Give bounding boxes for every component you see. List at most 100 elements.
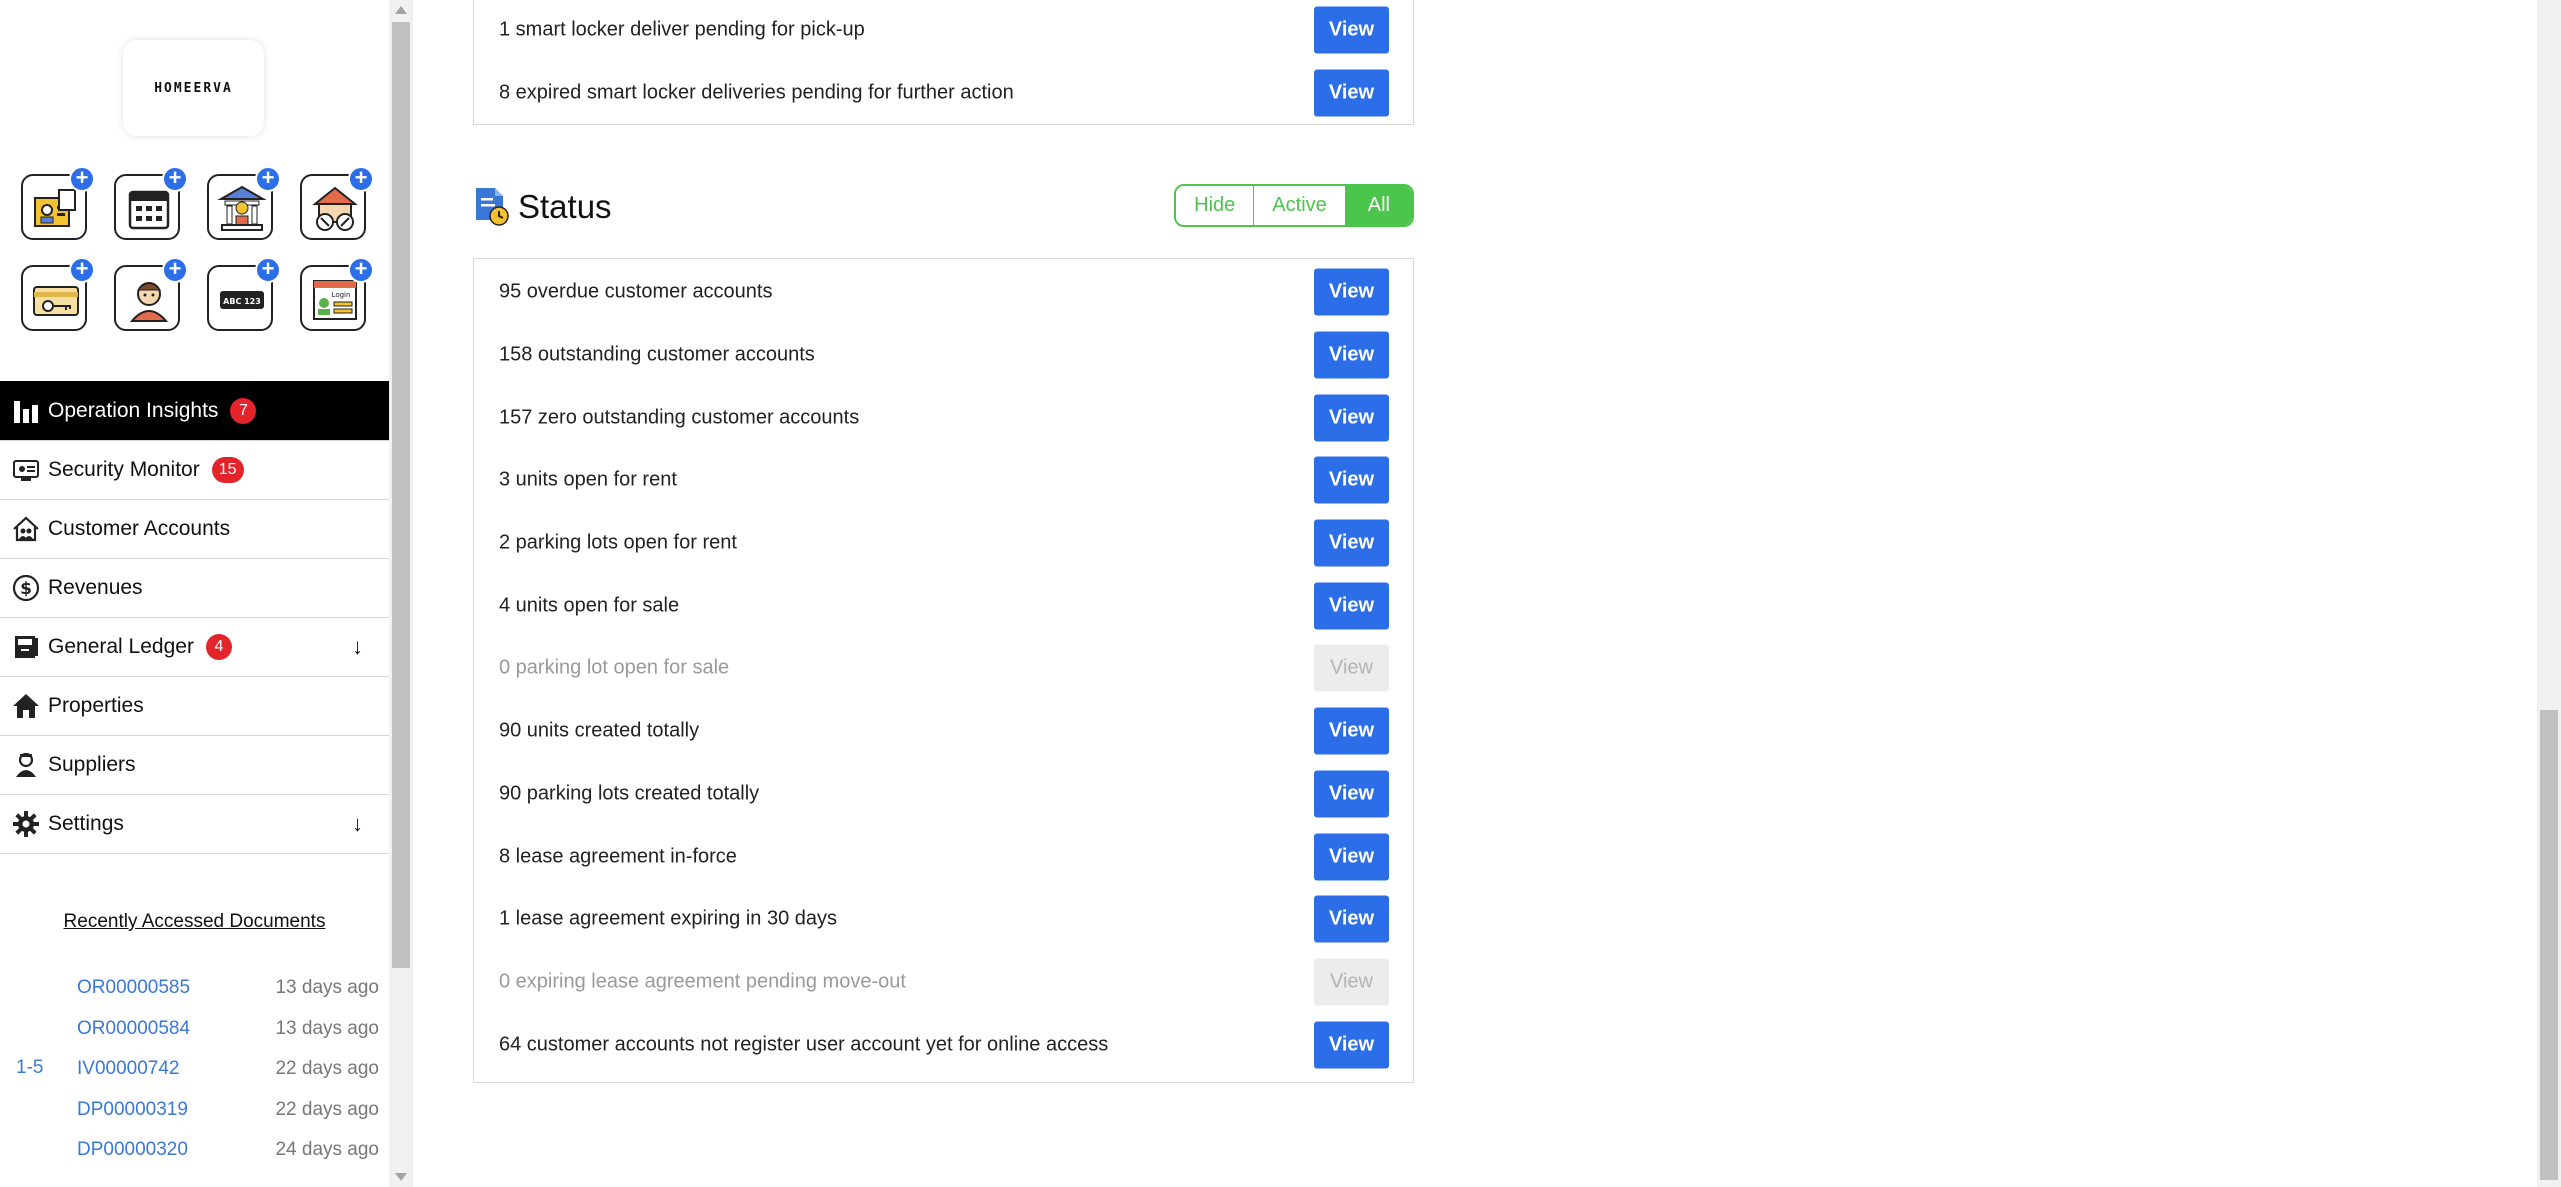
- sidebar-item-settings[interactable]: Settings ↓: [0, 795, 389, 854]
- view-button[interactable]: View: [1314, 6, 1389, 54]
- view-button[interactable]: View: [1314, 833, 1389, 881]
- filter-hide[interactable]: Hide: [1176, 186, 1254, 225]
- list-item: DP00000319 22 days ago: [0, 1095, 389, 1136]
- brand-logo[interactable]: HOMEERVA: [123, 40, 264, 136]
- status-row: 64 customer accounts not register user a…: [474, 1013, 1413, 1076]
- view-button[interactable]: View: [1314, 895, 1389, 943]
- row-text: 0 expiring lease agreement pending move-…: [499, 970, 906, 993]
- status-row: 1 lease agreement expiring in 30 days Vie…: [474, 888, 1413, 951]
- add-icon: +: [69, 257, 95, 283]
- list-item: OR00000585 13 days ago: [0, 973, 389, 1014]
- scroll-down-arrow-icon[interactable]: [395, 1173, 407, 1181]
- document-age: 13 days ago: [275, 1017, 379, 1039]
- quick-action-person[interactable]: +: [114, 257, 188, 331]
- sidebar-item-revenues[interactable]: $ Revenues: [0, 559, 389, 618]
- view-button[interactable]: View: [1314, 582, 1389, 630]
- expand-arrow-icon[interactable]: ↓: [352, 634, 363, 660]
- row-text: 64 customer accounts not register user a…: [499, 1033, 1109, 1056]
- row-text: 95 overdue customer accounts: [499, 280, 773, 303]
- add-icon: +: [348, 166, 374, 192]
- view-button[interactable]: View: [1314, 519, 1389, 567]
- row-text: 90 units created totally: [499, 719, 700, 742]
- list-item: DP00000320 24 days ago: [0, 1135, 389, 1176]
- view-button[interactable]: View: [1314, 69, 1389, 117]
- document-age: 22 days ago: [275, 1098, 379, 1120]
- status-title: Status: [518, 188, 612, 225]
- quick-action-keycard[interactable]: +: [21, 257, 95, 331]
- status-row: 158 outstanding customer accounts View: [474, 324, 1413, 387]
- document-link[interactable]: IV00000742: [77, 1058, 180, 1080]
- document-link[interactable]: DP00000319: [77, 1099, 188, 1121]
- view-button[interactable]: View: [1314, 268, 1389, 316]
- row-text: 3 units open for rent: [499, 468, 677, 491]
- filter-active[interactable]: Active: [1253, 186, 1345, 225]
- view-button[interactable]: View: [1314, 1021, 1389, 1069]
- property-tools-icon: [312, 186, 358, 231]
- document-link[interactable]: OR00000585: [77, 977, 190, 999]
- view-button[interactable]: View: [1314, 331, 1389, 379]
- scrollbar-thumb[interactable]: [2540, 710, 2558, 1180]
- sidebar: HOMEERVA + + + + + + ABC 123 + Login + O…: [0, 0, 389, 1187]
- view-button: View: [1314, 644, 1389, 692]
- status-row: 90 units created totally View: [474, 700, 1413, 763]
- id-card-icon: [34, 189, 76, 227]
- row-text: 4 units open for sale: [499, 594, 680, 617]
- notification-badge: 7: [230, 397, 257, 424]
- status-card: 95 overdue customer accounts View 158 outs…: [473, 258, 1414, 1083]
- status-row: 90 parking lots created totally View: [474, 763, 1413, 826]
- status-row: 95 overdue customer accounts View: [474, 261, 1413, 324]
- sidebar-scrollbar[interactable]: [389, 0, 413, 1187]
- scrollbar-thumb[interactable]: [392, 22, 410, 968]
- list-item: 8 expired smart locker deliveries pendin…: [474, 62, 1413, 125]
- expand-arrow-icon[interactable]: ↓: [352, 811, 363, 837]
- scroll-up-arrow-icon[interactable]: [395, 6, 407, 14]
- svg-text:$: $: [20, 579, 32, 599]
- list-item: OR00000584 13 days ago: [0, 1014, 389, 1055]
- sidebar-item-suppliers[interactable]: Suppliers: [0, 736, 389, 795]
- filter-all[interactable]: All: [1344, 186, 1412, 225]
- login-form-icon: Login: [313, 280, 357, 320]
- status-row: 3 units open for rent View: [474, 449, 1413, 512]
- add-icon: +: [348, 257, 374, 283]
- main-scrollbar[interactable]: [2537, 0, 2561, 1187]
- row-text: 0 parking lot open for sale: [499, 656, 730, 679]
- sidebar-item-security-monitor[interactable]: Security Monitor 15: [0, 441, 389, 500]
- sidebar-nav: Operation Insights 7 Security Monitor 15…: [0, 381, 389, 854]
- sidebar-item-properties[interactable]: Properties: [0, 677, 389, 736]
- keycard-icon: [33, 286, 79, 316]
- sidebar-item-label: Security Monitor: [48, 458, 200, 481]
- quick-action-property-tools[interactable]: +: [300, 166, 374, 240]
- sidebar-item-operation-insights[interactable]: Operation Insights 7: [0, 381, 389, 441]
- quick-action-calendar[interactable]: +: [114, 166, 188, 240]
- sidebar-item-customer-accounts[interactable]: Customer Accounts: [0, 500, 389, 559]
- quick-action-id-card[interactable]: +: [21, 166, 95, 240]
- view-button[interactable]: View: [1314, 707, 1389, 755]
- status-filter-toggle: Hide Active All: [1174, 184, 1414, 227]
- recent-documents-title[interactable]: Recently Accessed Documents: [0, 911, 389, 933]
- list-item: 1 smart locker deliver pending for pick-…: [474, 0, 1413, 62]
- add-icon: +: [162, 166, 188, 192]
- view-button[interactable]: View: [1314, 394, 1389, 442]
- document-link[interactable]: OR00000584: [77, 1018, 190, 1040]
- row-text: 1 smart locker deliver pending for pick-…: [499, 18, 865, 41]
- status-row: 4 units open for sale View: [474, 574, 1413, 637]
- quick-action-license-plate[interactable]: ABC 123 +: [207, 257, 281, 331]
- quick-action-bank[interactable]: +: [207, 166, 281, 240]
- person-icon: [129, 282, 169, 322]
- locker-card: 1 smart locker deliver pending for pick-…: [473, 0, 1414, 126]
- gear-icon: [13, 811, 39, 837]
- document-link[interactable]: DP00000320: [77, 1139, 188, 1161]
- view-button[interactable]: View: [1314, 770, 1389, 818]
- supplier-icon: [16, 752, 36, 777]
- sidebar-item-label: Customer Accounts: [48, 517, 231, 540]
- home-icon: [13, 694, 39, 718]
- quick-action-login-form[interactable]: Login +: [300, 257, 374, 331]
- document-age: 13 days ago: [275, 977, 379, 998]
- row-text: 2 parking lots open for rent: [499, 531, 737, 554]
- view-button[interactable]: View: [1314, 456, 1389, 504]
- dollar-icon: $: [12, 574, 40, 602]
- sidebar-item-label: Properties: [48, 694, 144, 717]
- ledger-icon: [15, 636, 38, 658]
- sidebar-item-general-ledger[interactable]: General Ledger 4 ↓: [0, 618, 389, 677]
- bank-icon: [217, 185, 267, 231]
